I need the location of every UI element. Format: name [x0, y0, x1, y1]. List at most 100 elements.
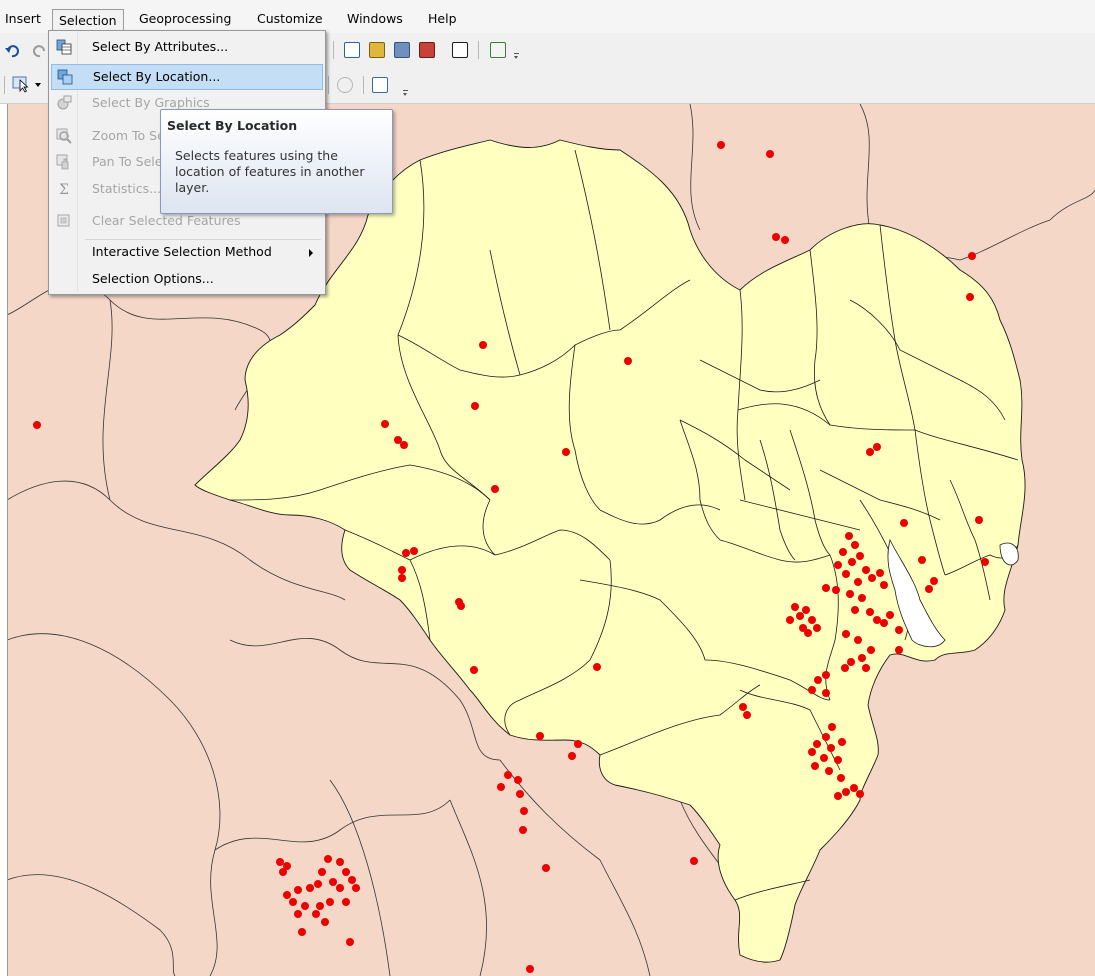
- point-feature[interactable]: [854, 636, 862, 644]
- point-feature[interactable]: [814, 676, 822, 684]
- point-feature[interactable]: [808, 686, 816, 694]
- point-feature[interactable]: [519, 826, 527, 834]
- point-feature[interactable]: [318, 868, 326, 876]
- point-feature[interactable]: [336, 858, 344, 866]
- point-feature[interactable]: [497, 783, 505, 791]
- point-feature[interactable]: [845, 532, 853, 540]
- point-feature[interactable]: [858, 654, 866, 662]
- point-feature[interactable]: [301, 902, 309, 910]
- point-feature[interactable]: [968, 252, 976, 260]
- point-feature[interactable]: [321, 918, 329, 926]
- point-feature[interactable]: [536, 732, 544, 740]
- point-feature[interactable]: [837, 774, 845, 782]
- point-feature[interactable]: [294, 910, 302, 918]
- menu-insert[interactable]: Insert: [5, 11, 41, 27]
- point-feature[interactable]: [866, 608, 874, 616]
- point-feature[interactable]: [514, 776, 522, 784]
- point-feature[interactable]: [314, 880, 322, 888]
- point-feature[interactable]: [808, 748, 816, 756]
- point-feature[interactable]: [895, 626, 903, 634]
- menu-customize[interactable]: Customize: [257, 11, 323, 27]
- point-feature[interactable]: [326, 898, 334, 906]
- undo-icon[interactable]: [4, 43, 20, 59]
- redo-icon[interactable]: [32, 43, 48, 59]
- point-feature[interactable]: [966, 293, 974, 301]
- point-feature[interactable]: [796, 612, 804, 620]
- point-feature[interactable]: [866, 448, 874, 456]
- point-feature[interactable]: [294, 886, 302, 894]
- point-feature[interactable]: [851, 606, 859, 614]
- menu-item-select-by-attributes[interactable]: Select By Attributes...: [51, 35, 323, 61]
- point-feature[interactable]: [352, 884, 360, 892]
- point-feature[interactable]: [813, 740, 821, 748]
- point-feature[interactable]: [520, 807, 528, 815]
- toolbar-overflow-icon[interactable]: [403, 90, 408, 96]
- point-feature[interactable]: [593, 663, 601, 671]
- menu-geoprocessing[interactable]: Geoprocessing: [139, 11, 231, 27]
- menu-windows[interactable]: Windows: [347, 11, 403, 27]
- point-feature[interactable]: [822, 671, 830, 679]
- point-feature[interactable]: [842, 630, 850, 638]
- search-window-icon[interactable]: [394, 42, 410, 58]
- point-feature[interactable]: [33, 421, 41, 429]
- point-feature[interactable]: [276, 858, 284, 866]
- point-feature[interactable]: [690, 857, 698, 865]
- point-feature[interactable]: [346, 938, 354, 946]
- point-feature[interactable]: [900, 519, 908, 527]
- point-feature[interactable]: [568, 752, 576, 760]
- point-feature[interactable]: [858, 594, 866, 602]
- point-feature[interactable]: [841, 664, 849, 672]
- point-feature[interactable]: [873, 443, 881, 451]
- point-feature[interactable]: [825, 767, 833, 775]
- point-feature[interactable]: [828, 723, 836, 731]
- point-feature[interactable]: [526, 965, 534, 973]
- point-feature[interactable]: [804, 629, 812, 637]
- point-feature[interactable]: [822, 584, 830, 592]
- point-feature[interactable]: [279, 868, 287, 876]
- point-feature[interactable]: [342, 898, 350, 906]
- point-feature[interactable]: [867, 646, 875, 654]
- toolbar-overflow-icon[interactable]: [514, 53, 519, 59]
- arctoolbox-icon[interactable]: [419, 42, 435, 58]
- point-feature[interactable]: [880, 619, 888, 627]
- point-feature[interactable]: [834, 756, 842, 764]
- point-feature[interactable]: [851, 541, 859, 549]
- point-feature[interactable]: [739, 703, 747, 711]
- point-feature[interactable]: [820, 754, 828, 762]
- point-feature[interactable]: [886, 611, 894, 619]
- point-feature[interactable]: [856, 552, 864, 560]
- point-feature[interactable]: [504, 771, 512, 779]
- menu-item-select-by-location[interactable]: Select By Location...: [51, 64, 323, 90]
- point-feature[interactable]: [842, 570, 850, 578]
- point-feature[interactable]: [574, 740, 582, 748]
- point-feature[interactable]: [839, 548, 847, 556]
- point-feature[interactable]: [306, 884, 314, 892]
- point-feature[interactable]: [381, 420, 389, 428]
- point-feature[interactable]: [868, 574, 876, 582]
- point-feature[interactable]: [516, 790, 524, 798]
- point-feature[interactable]: [862, 566, 870, 574]
- menu-item-interactive-selection-method[interactable]: Interactive Selection Method: [51, 240, 323, 266]
- point-feature[interactable]: [479, 341, 487, 349]
- point-feature[interactable]: [918, 556, 926, 564]
- table-icon[interactable]: [344, 42, 360, 58]
- point-feature[interactable]: [717, 141, 725, 149]
- point-feature[interactable]: [398, 566, 406, 574]
- point-feature[interactable]: [832, 586, 840, 594]
- point-feature[interactable]: [895, 646, 903, 654]
- point-feature[interactable]: [813, 624, 821, 632]
- point-feature[interactable]: [975, 516, 983, 524]
- point-feature[interactable]: [846, 590, 854, 598]
- point-feature[interactable]: [838, 738, 846, 746]
- point-feature[interactable]: [848, 558, 856, 566]
- point-feature[interactable]: [283, 891, 291, 899]
- magnifier-window-icon[interactable]: [372, 77, 388, 93]
- point-feature[interactable]: [471, 402, 479, 410]
- point-feature[interactable]: [316, 902, 324, 910]
- point-feature[interactable]: [336, 884, 344, 892]
- point-feature[interactable]: [329, 878, 337, 886]
- point-feature[interactable]: [298, 928, 306, 936]
- point-feature[interactable]: [772, 233, 780, 241]
- point-feature[interactable]: [802, 606, 810, 614]
- point-feature[interactable]: [491, 485, 499, 493]
